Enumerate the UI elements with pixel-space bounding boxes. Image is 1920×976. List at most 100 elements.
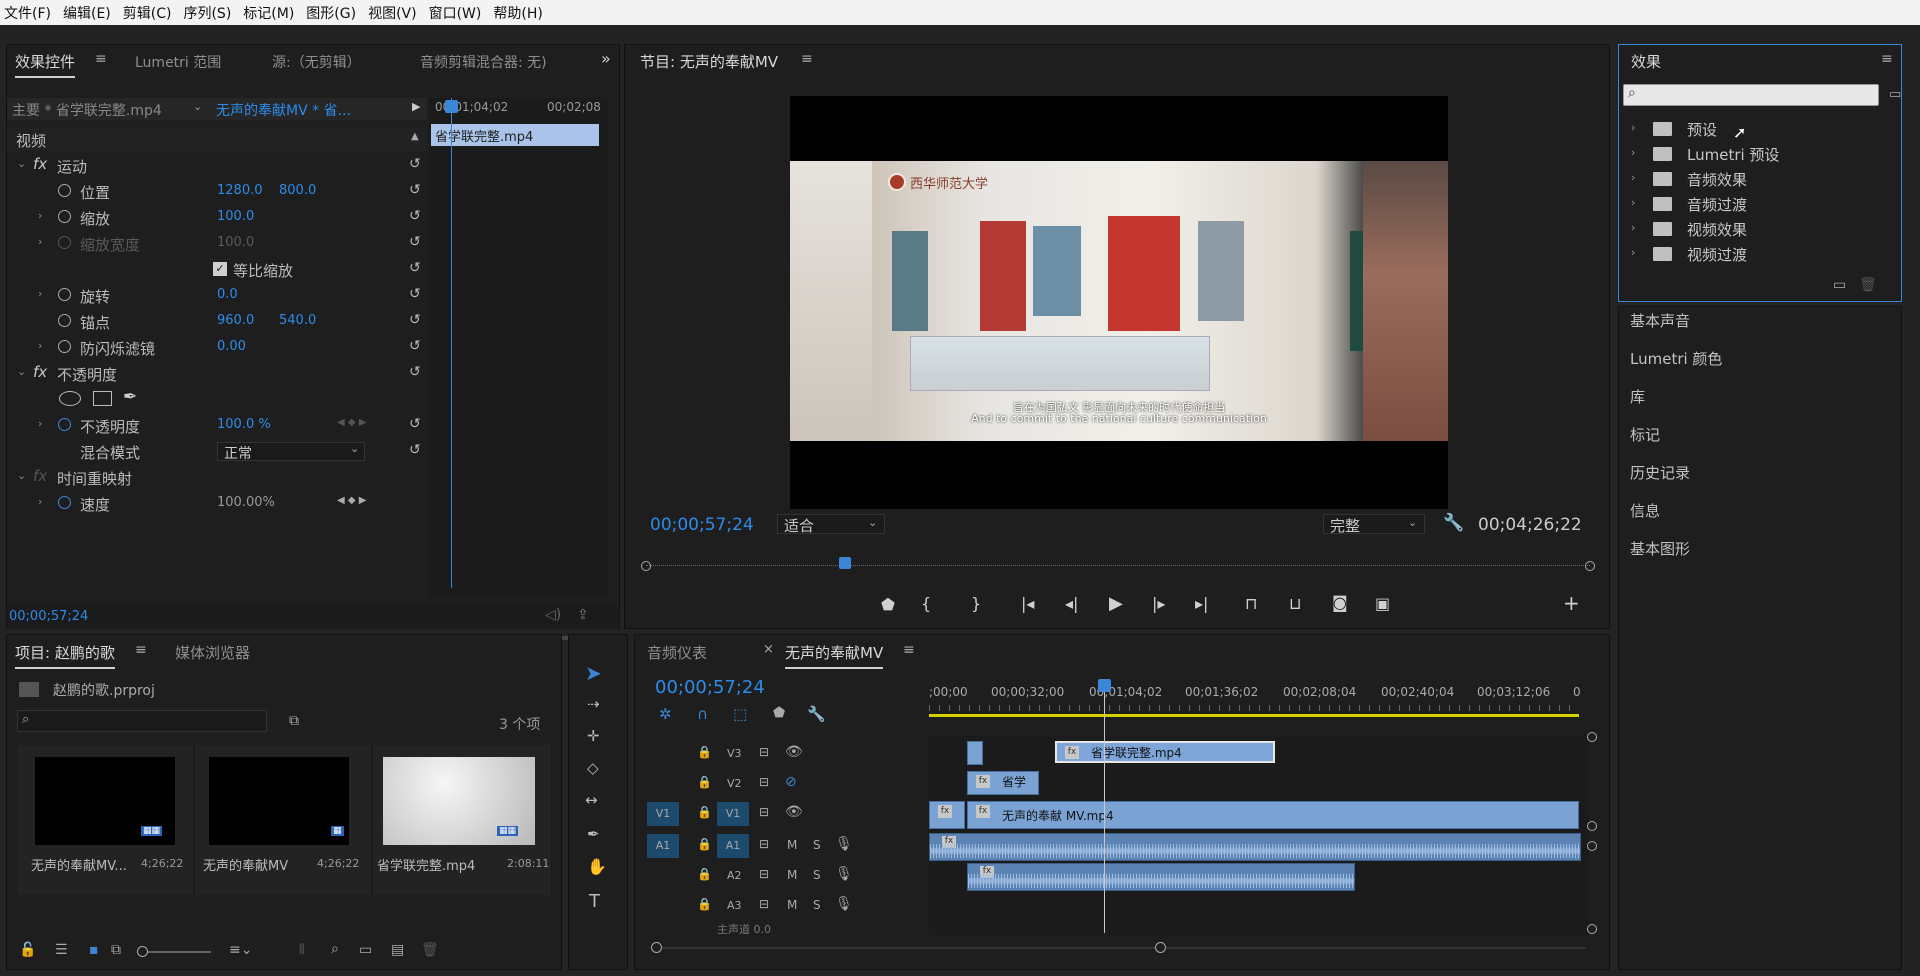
panel-menu-icon[interactable]: ≡ [801,51,813,67]
ripple-edit-tool-icon[interactable]: ✛ [587,727,600,745]
microphone-icon[interactable]: 🎙 [835,836,853,852]
source-patch-v1[interactable]: V1 [647,802,679,826]
chevron-right-icon[interactable]: › [1631,196,1635,209]
trash-icon[interactable]: 🗑 [421,942,439,958]
fx-icon[interactable]: fx [33,363,47,381]
timeline-playhead[interactable] [1104,683,1105,933]
opacity-header-row[interactable]: ⌄ fx 不透明度 ↺ [7,360,427,386]
tab-project[interactable]: 项目: 赵鹏的歌 [15,642,115,669]
master-clip-label[interactable]: 主要 * 省学联完整.mp4 [12,100,162,120]
linked-selection-icon[interactable]: ⬚ [733,705,747,723]
icon-view-icon[interactable]: ▪ [89,942,99,958]
panel-menu-icon[interactable]: ≡ [903,642,915,658]
stopwatch-icon[interactable] [58,184,71,197]
solo-button[interactable]: S [813,898,821,912]
comparison-view-icon[interactable]: ▣ [1375,594,1390,613]
lift-icon[interactable]: ⊓ [1245,594,1257,613]
add-button-icon[interactable]: + [1563,591,1580,615]
panel-menu-icon[interactable]: ≡ [1881,51,1893,67]
lock-icon[interactable]: 🔒 [697,897,712,911]
menu-sequence[interactable]: 序列(S) [183,3,231,23]
zoom-select[interactable]: 适合 ⌄ [777,514,885,535]
lock-icon[interactable]: 🔒 [697,867,712,881]
solo-button[interactable]: S [813,868,821,882]
uniform-scale-checkbox[interactable]: ✓ [213,262,227,276]
anchor-y-value[interactable]: 540.0 [279,313,316,328]
effects-search-input[interactable]: ⌕ [1623,84,1879,106]
effects-item-audio-transitions[interactable]: › 音频过渡 [1629,192,1889,216]
export-frame-icon[interactable]: ◁) [545,607,561,623]
list-item[interactable]: ▦ 无声的奉献MV 4;26;22 [195,745,371,895]
chevron-right-icon[interactable]: › [38,495,42,508]
microphone-icon[interactable]: 🎙 [835,866,853,882]
effects-item-video-effects[interactable]: › 视频效果 [1629,217,1889,241]
source-patch-a1[interactable]: A1 [647,834,679,858]
menu-view[interactable]: 视图(V) [368,3,417,23]
eye-icon[interactable]: 👁 [785,804,803,820]
time-remap-row[interactable]: ⌄ fx 时间重映射 [7,464,427,490]
stopwatch-icon[interactable] [58,314,71,327]
clip-v3-small[interactable] [967,741,983,765]
panel-history[interactable]: 历史记录 [1630,462,1690,483]
program-playhead[interactable] [839,557,851,569]
find-icon[interactable]: ⌕ [331,941,339,957]
mute-button[interactable]: M [787,898,797,912]
effects-item-presets[interactable]: › 预设 [1629,117,1889,141]
menu-clip[interactable]: 剪辑(C) [123,3,172,23]
type-tool-icon[interactable]: T [589,891,600,912]
fx-icon[interactable]: fx [33,155,47,173]
list-item[interactable]: ▦▦ 省学联完整.mp4 2:08:11 [373,745,551,895]
eye-icon[interactable]: 👁 [785,744,803,760]
zoom-slider[interactable] [137,946,211,957]
selection-tool-icon[interactable]: ➤ [585,661,602,685]
lock-icon[interactable]: 🔒 [697,837,712,851]
tab-audio-meters[interactable]: 音频仪表 [647,642,707,663]
blend-mode-select[interactable]: 正常 [217,442,365,462]
sort-icon[interactable]: ≡⌄ [229,942,252,958]
play-icon[interactable]: ▶ [1109,593,1123,614]
program-monitor-title[interactable]: 节目: 无声的奉献MV [640,51,778,72]
rectangle-mask-icon[interactable] [93,391,112,406]
clip-v1[interactable]: fx 无声的奉献 MV.mp4 [967,801,1579,829]
clip-v3[interactable]: fx 省学联完整.mp4 [1055,741,1275,763]
filter-icon[interactable]: ⇪ [577,607,589,623]
chevron-down-icon[interactable]: ⌄ [193,100,202,113]
track-select-tool-icon[interactable]: ⇢ [587,695,600,713]
sync-lock-icon[interactable]: ⊟ [759,805,769,819]
panel-markers[interactable]: 标记 [1630,424,1660,445]
keyframe-nav-icon[interactable]: ◀ ◆ ▶ [337,495,366,506]
scale-value[interactable]: 100.0 [217,209,254,224]
project-search-input[interactable]: ⌕ [17,710,267,732]
rotation-value[interactable]: 0.0 [217,287,238,302]
go-to-in-icon[interactable]: |◂ [1021,594,1034,613]
reset-icon[interactable]: ↺ [409,156,421,172]
tab-sequence[interactable]: 无声的奉献MV [785,642,884,669]
new-bin-from-search-icon[interactable]: ⧉ [289,713,299,729]
panel-menu-icon[interactable]: ≡ [95,51,107,67]
snap-icon[interactable]: ∩ [697,705,708,723]
freeform-view-icon[interactable]: ⧉ [111,942,121,958]
menu-help[interactable]: 帮助(H) [493,3,542,23]
camera-icon[interactable]: ◙ [1332,593,1348,612]
list-item[interactable]: ▦▦ 无声的奉献MV... 4;26;22 [17,745,193,895]
scroll-left-handle[interactable] [651,942,662,953]
clip-v1-head[interactable]: fx [929,801,965,829]
pen-mask-icon[interactable]: ✒ [123,387,137,407]
tab-media-browser[interactable]: 媒体浏览器 [175,642,250,663]
vertical-scroll-handle-bottom[interactable] [1587,924,1597,934]
chevron-right-icon[interactable]: › [38,287,42,300]
chevron-right-icon[interactable]: › [38,235,42,248]
extract-icon[interactable]: ⊔ [1289,594,1301,613]
effects-item-video-transitions[interactable]: › 视频过渡 [1629,242,1889,266]
panel-lumetri-color[interactable]: Lumetri 颜色 [1630,348,1722,369]
scrub-end-handle[interactable] [1585,561,1595,571]
stopwatch-icon[interactable] [58,210,71,223]
sequence-clip-label[interactable]: 无声的奉献MV * 省... [216,100,351,120]
razor-tool-icon[interactable]: ◇ [587,759,599,777]
hand-tool-icon[interactable]: ✋ [587,857,607,876]
program-timecode[interactable]: 00;00;57;24 [650,515,754,535]
trash-icon[interactable]: 🗑 [1859,277,1877,293]
chevron-right-icon[interactable]: › [1631,246,1635,259]
vertical-scroll-handle-top[interactable] [1587,732,1597,742]
chevron-right-icon[interactable]: › [38,417,42,430]
